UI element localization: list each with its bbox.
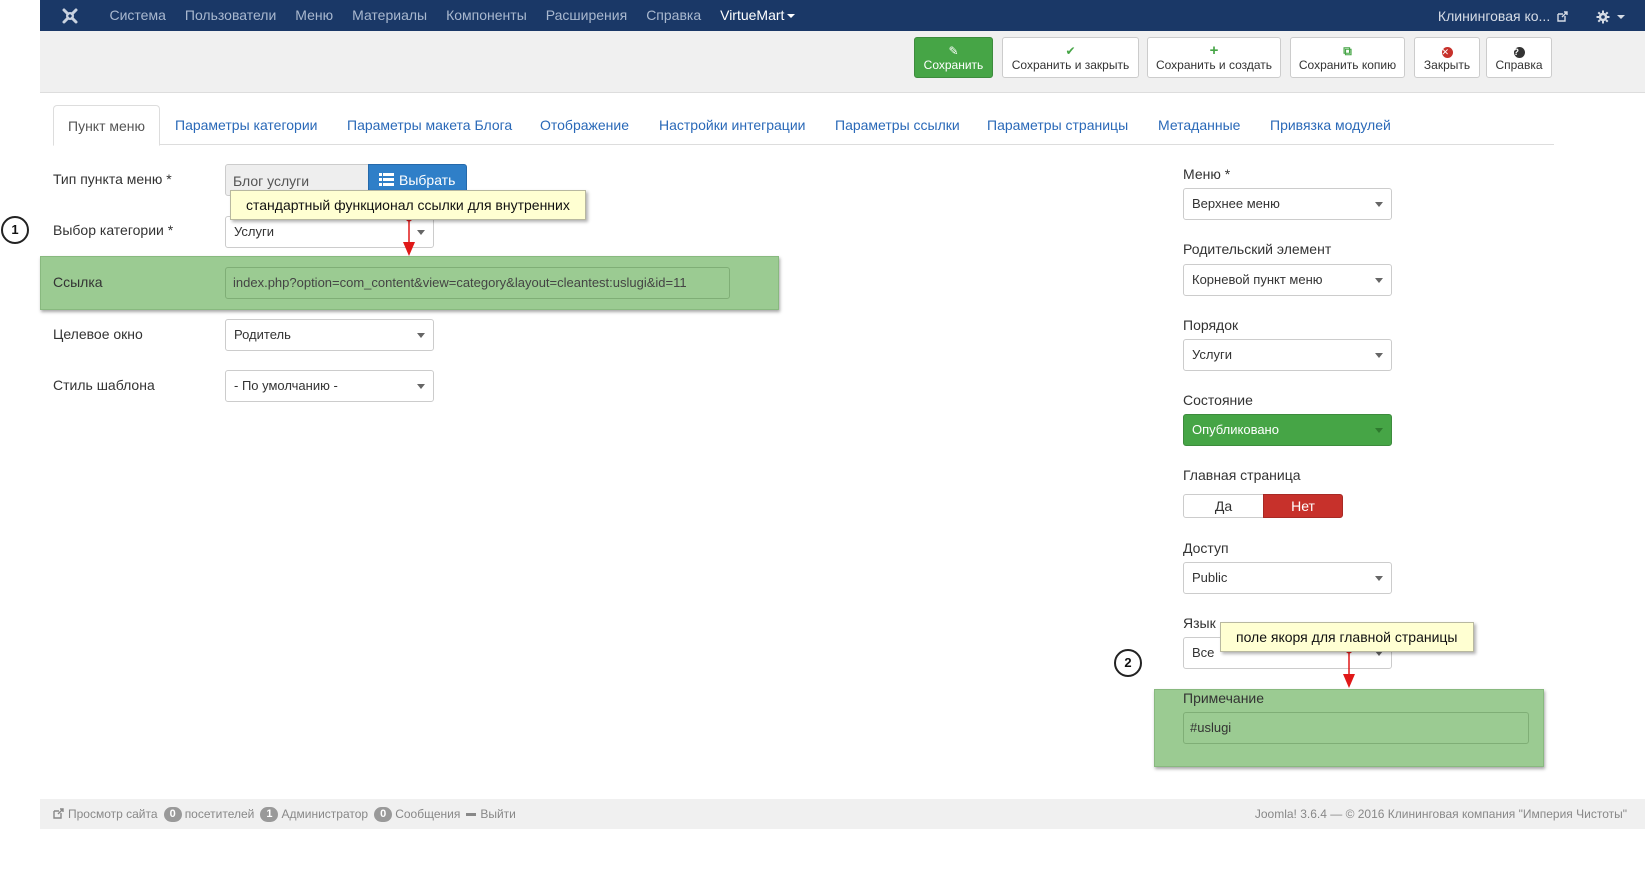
view-site-link[interactable]: Просмотр сайта — [53, 807, 158, 821]
annotation-tooltip-note: поле якоря для главной страницы — [1220, 622, 1474, 652]
status-footer: Просмотр сайта 0 посетителей 1 Администр… — [40, 799, 1645, 829]
annotation-number-1: 1 — [1, 216, 29, 244]
admin-badge: 1 — [260, 806, 279, 822]
annotation-number-2: 2 — [1114, 649, 1142, 677]
copyright: Joomla! 3.6.4 — © 2016 Клининговая компа… — [1254, 807, 1627, 821]
external-link-icon — [53, 808, 64, 819]
annotation-arrows — [403, 214, 1355, 688]
view-site-label: Просмотр сайта — [68, 807, 158, 821]
messages-label[interactable]: Сообщения — [395, 807, 460, 821]
visitors-label: посетителей — [184, 807, 255, 821]
minus-icon — [466, 813, 477, 817]
visitors-badge: 0 — [163, 806, 182, 822]
logout-link[interactable]: Выйти — [466, 807, 516, 821]
annotation-tooltip-link: стандартный функционал ссылки для внутре… — [230, 190, 586, 220]
admin-label: Администратор — [281, 807, 369, 821]
messages-badge: 0 — [374, 806, 393, 822]
logout-label: Выйти — [480, 807, 516, 821]
